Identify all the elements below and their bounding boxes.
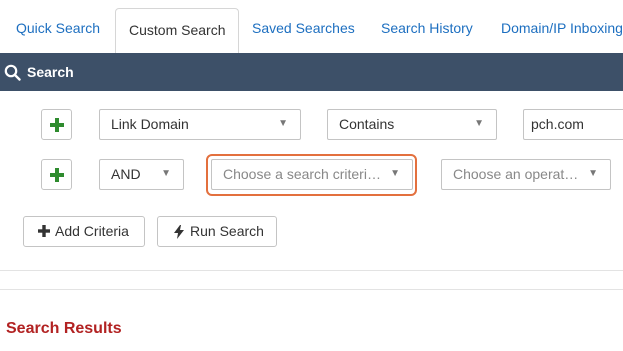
- operator-select[interactable]: Contains ▼: [327, 109, 497, 140]
- criteria-field-select[interactable]: Choose a search criteri… ▼: [211, 159, 413, 190]
- search-header: Search: [0, 53, 623, 91]
- chevron-down-icon: ▼: [588, 168, 598, 179]
- criteria-field-select[interactable]: Link Domain ▼: [99, 109, 301, 140]
- search-tabs: Quick Search Custom Search Saved Searche…: [0, 0, 623, 53]
- add-criteria-label: Add Criteria: [55, 223, 129, 239]
- plus-icon: [38, 225, 50, 237]
- chevron-down-icon: ▼: [474, 118, 484, 129]
- criteria-field-value: Link Domain: [111, 116, 189, 132]
- plus-icon: [50, 168, 64, 182]
- chevron-down-icon: ▼: [390, 168, 400, 179]
- tab-saved-searches[interactable]: Saved Searches: [252, 8, 355, 53]
- chevron-down-icon: ▼: [278, 118, 288, 129]
- add-criteria-button[interactable]: Add Criteria: [23, 216, 145, 247]
- operator-value: Contains: [339, 116, 395, 132]
- search-icon: [4, 64, 21, 81]
- custom-search-page: Quick Search Custom Search Saved Searche…: [0, 0, 623, 351]
- search-header-title: Search: [27, 64, 74, 80]
- tab-search-history[interactable]: Search History: [381, 8, 473, 53]
- chevron-down-icon: ▼: [161, 168, 171, 179]
- search-results-title: Search Results: [6, 320, 122, 337]
- bolt-icon: [174, 225, 184, 239]
- operator-select[interactable]: Choose an operat… ▼: [441, 159, 611, 190]
- criteria-value-input[interactable]: pch.com: [523, 109, 623, 140]
- run-search-button[interactable]: Run Search: [157, 216, 277, 247]
- conjunction-select[interactable]: AND ▼: [99, 159, 184, 190]
- criteria-field-placeholder: Choose a search criteri…: [223, 166, 381, 182]
- add-row-button[interactable]: [41, 159, 72, 190]
- operator-placeholder: Choose an operat…: [453, 166, 579, 182]
- tab-domain-ip-inboxing[interactable]: Domain/IP Inboxing: [501, 8, 623, 53]
- divider: [0, 289, 623, 290]
- plus-icon: [50, 118, 64, 132]
- add-row-button[interactable]: [41, 109, 72, 140]
- tab-quick-search[interactable]: Quick Search: [16, 8, 100, 53]
- conjunction-value: AND: [111, 166, 141, 182]
- divider: [0, 270, 623, 271]
- tab-custom-search[interactable]: Custom Search: [115, 8, 240, 53]
- run-search-label: Run Search: [190, 223, 264, 239]
